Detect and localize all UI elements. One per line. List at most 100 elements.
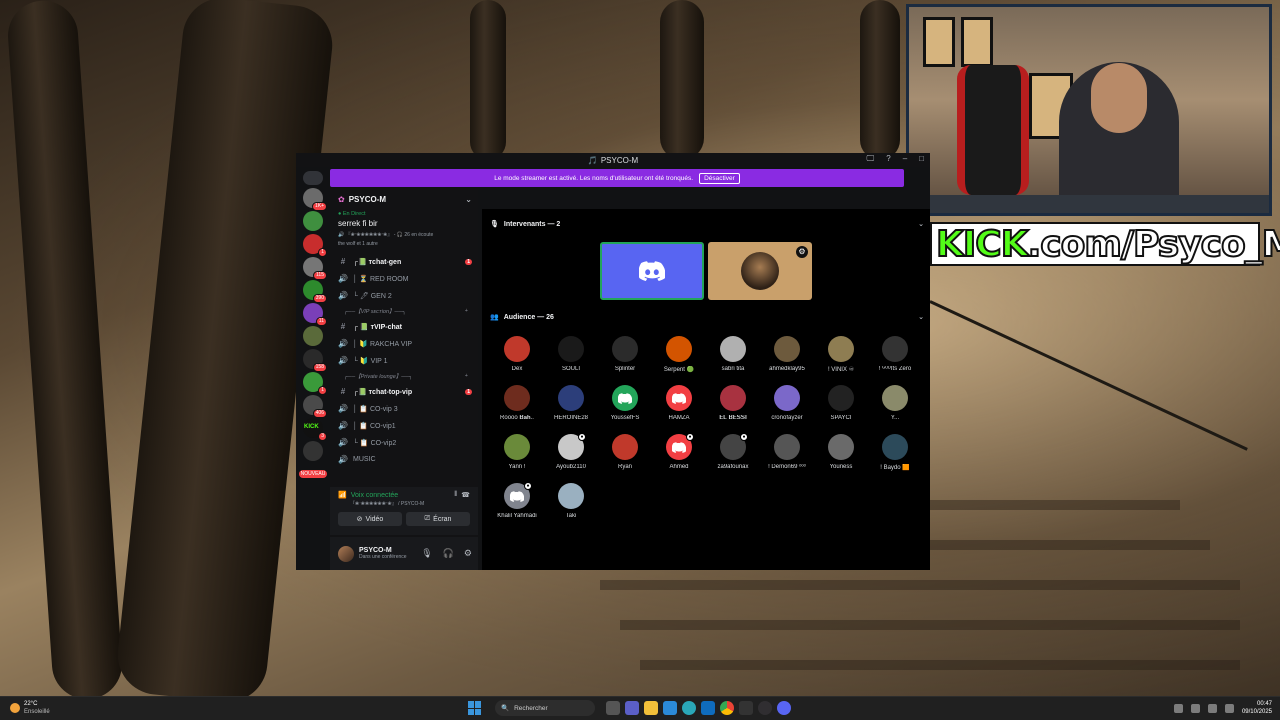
voice-channel[interactable]: 🔊 │ 🔰 RAKCHA VIP (330, 335, 478, 352)
speaker-tile[interactable]: ⚙ (708, 242, 812, 300)
unread-badge: 1 (318, 248, 327, 257)
windows-start-icon[interactable] (468, 701, 482, 715)
audience-member[interactable]: ● Ahmed (654, 433, 704, 470)
voice-channel[interactable]: 🔊 │ ⏳ RED ROOM (330, 270, 478, 287)
server-icon[interactable]: 1 (303, 372, 327, 395)
add-channel-icon[interactable]: + (465, 373, 468, 379)
audience-member[interactable]: SOULI (546, 336, 596, 372)
audience-member[interactable]: Yann ! (492, 434, 542, 470)
weather-desc: Ensoleillé (24, 709, 50, 715)
audience-member[interactable]: YoussefFS (600, 385, 650, 421)
tray-icon[interactable] (1173, 703, 1183, 713)
server-icon[interactable] (303, 326, 323, 346)
audience-member[interactable]: Ryan (600, 434, 650, 470)
server-icon[interactable]: 406 (303, 395, 327, 418)
screen-share-button[interactable]: ⎚ Écran (406, 512, 470, 526)
audience-member[interactable]: ● Khalil Yahmadi (492, 482, 542, 519)
add-channel-icon[interactable]: + (465, 308, 468, 314)
disconnect-icon[interactable]: ☎ (461, 491, 470, 499)
headphones-icon[interactable]: 🎧 (443, 548, 454, 559)
audience-member[interactable]: ! Baydo 🟧 (870, 434, 920, 471)
server-icon[interactable] (303, 211, 323, 231)
audience-member[interactable]: Youness (816, 434, 866, 470)
audience-member[interactable]: HAMZA (654, 385, 704, 421)
member-name: cronofayzer (771, 415, 803, 421)
audience-member[interactable]: Taki (546, 483, 596, 519)
audience-member[interactable]: Y... (870, 385, 920, 421)
server-header[interactable]: ✿ PSYCO-M ⌄ (330, 189, 478, 209)
audience-member[interactable]: Splinter (600, 336, 650, 372)
screen-label: Écran (433, 515, 452, 523)
channel-category[interactable]: ╭──【VIP sᴇcᴛion】──╮ + (330, 304, 478, 318)
server-icon[interactable]: 1K+ (303, 188, 327, 211)
audience-member[interactable]: sabri tita (708, 336, 758, 372)
audience-member[interactable]: ● za9afounax (708, 433, 758, 470)
voice-channel[interactable]: 🔊 └ 🔰 VIP 1 (330, 352, 478, 369)
audience-member[interactable]: HEROINE28 (546, 385, 596, 421)
chrome-icon[interactable] (720, 701, 734, 715)
store-icon[interactable] (663, 701, 677, 715)
audience-header[interactable]: 👥 Audience — 26 ⌄ (490, 310, 924, 324)
user-info[interactable]: PSYCO-M Dans une conférence (359, 547, 407, 560)
wifi-icon[interactable] (1207, 703, 1217, 713)
server-icon[interactable]: 3 KICK (303, 418, 327, 441)
volume-icon[interactable] (1224, 703, 1234, 713)
member-name: ! Baydo 🟧 (880, 465, 910, 471)
new-badge[interactable]: NOUVEAU (299, 470, 327, 478)
server-icon[interactable]: 11 (303, 303, 327, 326)
audience-member[interactable]: SPAYCI (816, 385, 866, 421)
server-icon[interactable]: 390 (303, 280, 327, 303)
gear-icon[interactable]: ⚙ (464, 548, 472, 559)
speaker-tile[interactable] (600, 242, 704, 300)
avatar[interactable] (338, 545, 354, 562)
maximize-button[interactable]: □ (919, 154, 924, 164)
audience-member[interactable]: ! VINIX ♾ (816, 336, 866, 373)
outlook-icon[interactable] (701, 701, 715, 715)
microphone-icon[interactable]: 🎙 (421, 548, 432, 559)
voice-channel[interactable]: 🔊 │ 📋 CO-vip 3 (330, 400, 478, 417)
search-input[interactable]: 🔍 Rechercher (495, 700, 595, 716)
audience-member[interactable]: Dex (492, 336, 542, 372)
help-icon[interactable]: ? (886, 154, 890, 164)
speakers-header[interactable]: 🎙 Intervenants — 2 ⌄ (490, 217, 924, 231)
audience-member[interactable]: cronofayzer (762, 385, 812, 421)
voice-channel[interactable]: 🔊 └ 📋 CO-vip2 (330, 434, 478, 451)
video-button[interactable]: ⊘ Vidéo (338, 512, 402, 526)
minimize-button[interactable]: – (903, 154, 907, 164)
teams-icon[interactable] (625, 701, 639, 715)
noise-suppression-icon[interactable]: ⫴ (454, 491, 457, 499)
obs-icon[interactable] (758, 701, 772, 715)
voice-channel[interactable]: 🔊 MUSIC (330, 451, 478, 468)
voice-channel[interactable]: 🔊 └ 🖊 GEN 2 (330, 287, 478, 304)
audience-member[interactable]: ! Demon69 ᵒᵒᵒ (762, 434, 812, 470)
audience-member[interactable]: 𝐄𝐋 𝐁𝐄𝐒𝐒𝐈 (708, 385, 758, 422)
discord-taskbar-icon[interactable] (777, 701, 791, 715)
task-view-icon[interactable] (606, 701, 620, 715)
audience-member[interactable]: ! ᴳᴼᴰIts Zero (870, 336, 920, 372)
server-icon[interactable]: 1 (303, 234, 327, 257)
discord-home-icon[interactable] (303, 171, 323, 185)
server-icon[interactable] (303, 441, 323, 461)
inbox-icon[interactable]: 🖵 (867, 154, 875, 164)
file-explorer-icon[interactable] (644, 701, 658, 715)
channel-category[interactable]: ╭──【Private lounge】──╮ + (330, 369, 478, 383)
server-icon[interactable]: 158 (303, 349, 327, 372)
gear-icon[interactable]: ⚙ (796, 246, 808, 258)
edge-icon[interactable] (682, 701, 696, 715)
text-channel[interactable]: # ┌📗 ᴛchat-top-vip 1 (330, 383, 478, 400)
audience-member[interactable]: Rᴏᴏᴏᴏ 𝐁𝐚𝐡.. (492, 385, 542, 422)
disable-streamer-mode-button[interactable]: Désactiver (699, 172, 740, 184)
tray-icon[interactable] (1190, 703, 1200, 713)
server-icon[interactable]: 115 (303, 257, 327, 280)
audience-member[interactable]: ahmedklay95 (762, 336, 812, 372)
text-channel[interactable]: # ┌ 📗 ᴛVIP-chat (330, 318, 478, 335)
live-event[interactable]: ● En Direct serrek fi bir 🔊 『❀‧❀❀❀❀❀❀‧❀』… (330, 209, 478, 249)
text-channel[interactable]: # ┌📗 ᴛchat-gen 1 (330, 253, 478, 270)
audience-member[interactable]: Serpent 🟢 (654, 336, 704, 373)
voice-channel[interactable]: 🔊 │ 📋 CO-vip1 (330, 417, 478, 434)
live-badge: ● En Direct (338, 211, 366, 217)
app-icon[interactable] (739, 701, 753, 715)
clock[interactable]: 00:47 09/10/2025 (1242, 700, 1272, 716)
audience-member[interactable]: ● Ayoub2110 (546, 433, 596, 470)
weather-widget[interactable]: 22°C Ensoleillé (10, 700, 50, 716)
